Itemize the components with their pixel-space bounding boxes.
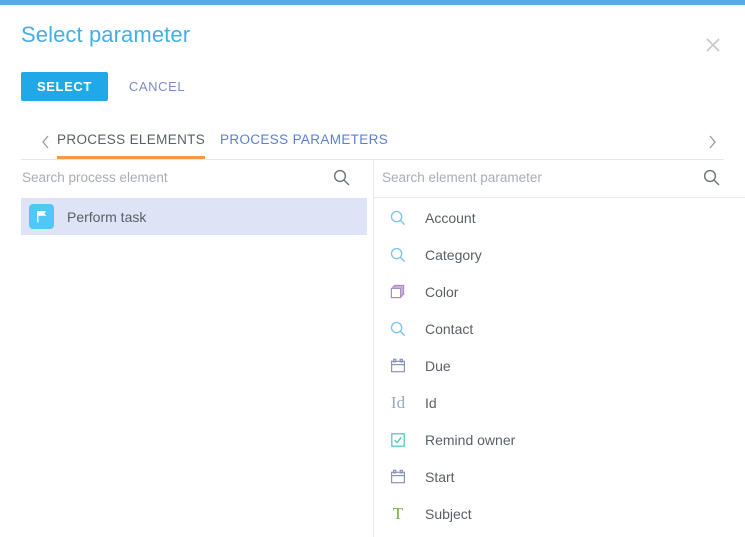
element-parameter-list: Account Category Color Contact Due Id Id… [374, 199, 745, 532]
dialog-body: Perform task Accoun [0, 160, 745, 537]
cancel-button[interactable]: CANCEL [129, 72, 185, 101]
list-item-label: Account [425, 209, 476, 226]
list-item-label: Remind owner [425, 431, 516, 448]
list-item[interactable]: Due [374, 347, 745, 384]
list-item-label: Subject [425, 505, 472, 522]
list-item-label: Category [425, 246, 482, 263]
list-item-label: Start [425, 468, 455, 485]
list-item-label: Perform task [67, 208, 147, 225]
text-type-icon: T [392, 504, 404, 523]
list-item[interactable]: Id Id [374, 384, 745, 421]
list-item-label: Color [425, 283, 459, 300]
tab-strip: PROCESS ELEMENTS PROCESS PARAMETERS [21, 126, 724, 160]
list-item[interactable]: Contact [374, 310, 745, 347]
lookup-search-icon [387, 207, 409, 229]
tab-process-parameters[interactable]: PROCESS PARAMETERS [220, 130, 388, 159]
lookup-search-icon [387, 244, 409, 266]
tab-process-elements[interactable]: PROCESS ELEMENTS [57, 130, 206, 159]
chevron-left-icon[interactable] [37, 131, 55, 153]
process-elements-pane: Perform task [0, 160, 373, 537]
search-icon[interactable] [702, 168, 721, 187]
list-item[interactable]: Account [374, 199, 745, 236]
search-icon[interactable] [332, 168, 351, 187]
checkbox-checked-icon [387, 429, 409, 451]
element-parameter-search-row [374, 160, 745, 198]
list-item[interactable]: T Subject [374, 495, 745, 532]
dialog-header: Select parameter SELECT CANCEL [0, 5, 745, 121]
lookup-search-icon [387, 318, 409, 340]
list-item[interactable]: Perform task [21, 198, 367, 235]
list-item-label: Contact [425, 320, 474, 337]
process-element-list: Perform task [21, 198, 367, 235]
search-process-element-input[interactable] [22, 170, 322, 185]
calendar-icon [387, 466, 409, 488]
stacked-squares-icon [387, 281, 409, 303]
id-text-icon: Id [390, 393, 406, 412]
list-item[interactable]: Start [374, 458, 745, 495]
list-item-label: Due [425, 357, 451, 374]
search-element-parameter-input[interactable] [382, 170, 682, 185]
list-item-label: Id [425, 394, 437, 411]
list-item[interactable]: Remind owner [374, 421, 745, 458]
list-item[interactable]: Category [374, 236, 745, 273]
close-icon[interactable] [702, 34, 724, 56]
dialog-action-row: SELECT CANCEL [21, 72, 185, 101]
element-parameters-pane: Account Category [373, 160, 745, 537]
chevron-right-icon[interactable] [703, 131, 721, 153]
page-title: Select parameter [21, 22, 191, 47]
list-item[interactable]: Color [374, 273, 745, 310]
calendar-icon [387, 355, 409, 377]
flag-icon [29, 204, 54, 229]
process-element-search-row [0, 160, 373, 198]
select-button[interactable]: SELECT [21, 72, 108, 101]
